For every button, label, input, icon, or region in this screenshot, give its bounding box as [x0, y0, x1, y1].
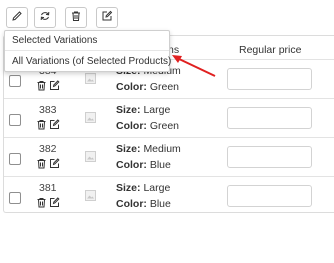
regular-price-column-header: Regular price — [239, 44, 302, 56]
annotation-arrow-icon — [172, 55, 216, 77]
row-checkbox[interactable] — [9, 114, 21, 126]
regular-price-input[interactable] — [227, 107, 312, 129]
size-attribute: Size: Medium — [116, 143, 181, 155]
regular-price-input[interactable] — [227, 146, 312, 168]
delete-button[interactable] — [65, 7, 87, 28]
image-placeholder-icon[interactable] — [85, 190, 96, 201]
image-placeholder-icon[interactable] — [85, 73, 96, 84]
regular-price-input[interactable] — [227, 185, 312, 207]
image-placeholder-icon[interactable] — [85, 112, 96, 123]
variations-panel: ns Regular price 384 Size: Medium Color:… — [0, 0, 334, 263]
pencil-button[interactable] — [6, 7, 28, 28]
regular-price-input[interactable] — [227, 68, 312, 90]
edit-icon[interactable] — [49, 80, 60, 91]
color-attribute: Color: Blue — [116, 159, 171, 171]
row-checkbox[interactable] — [9, 192, 21, 204]
pencil-icon — [11, 9, 23, 27]
trash-icon — [70, 9, 82, 27]
edit-icon[interactable] — [49, 119, 60, 130]
color-attribute: Color: Green — [116, 81, 180, 93]
size-attribute: Size: Large — [116, 182, 171, 194]
variation-scope-dropdown: Selected Variations All Variations (of S… — [4, 30, 171, 72]
row-divider — [4, 98, 334, 99]
variation-id: 383 — [39, 104, 57, 116]
edit-icon[interactable] — [49, 158, 60, 169]
row-divider — [4, 176, 334, 177]
trash-icon[interactable] — [36, 158, 47, 169]
row-checkbox[interactable] — [9, 153, 21, 165]
trash-icon[interactable] — [36, 197, 47, 208]
trash-icon[interactable] — [36, 119, 47, 130]
trash-icon[interactable] — [36, 80, 47, 91]
edit-square-icon — [101, 9, 113, 27]
row-divider — [4, 137, 334, 138]
dropdown-item-all-variations[interactable]: All Variations (of Selected Products) — [12, 56, 171, 67]
variation-id: 381 — [39, 182, 57, 194]
arrow-shaft — [176, 57, 216, 77]
color-attribute: Color: Green — [116, 120, 180, 132]
size-attribute: Size: Large — [116, 104, 171, 116]
refresh-icon — [39, 9, 51, 27]
image-placeholder-icon[interactable] — [85, 151, 96, 162]
dropdown-item-selected-variations[interactable]: Selected Variations — [12, 35, 97, 46]
row-checkbox[interactable] — [9, 75, 21, 87]
dropdown-divider — [5, 50, 169, 51]
edit-icon[interactable] — [49, 197, 60, 208]
color-attribute: Color: Blue — [116, 198, 171, 210]
refresh-button[interactable] — [34, 7, 56, 28]
variation-id: 382 — [39, 143, 57, 155]
bulk-edit-button[interactable] — [96, 7, 118, 28]
